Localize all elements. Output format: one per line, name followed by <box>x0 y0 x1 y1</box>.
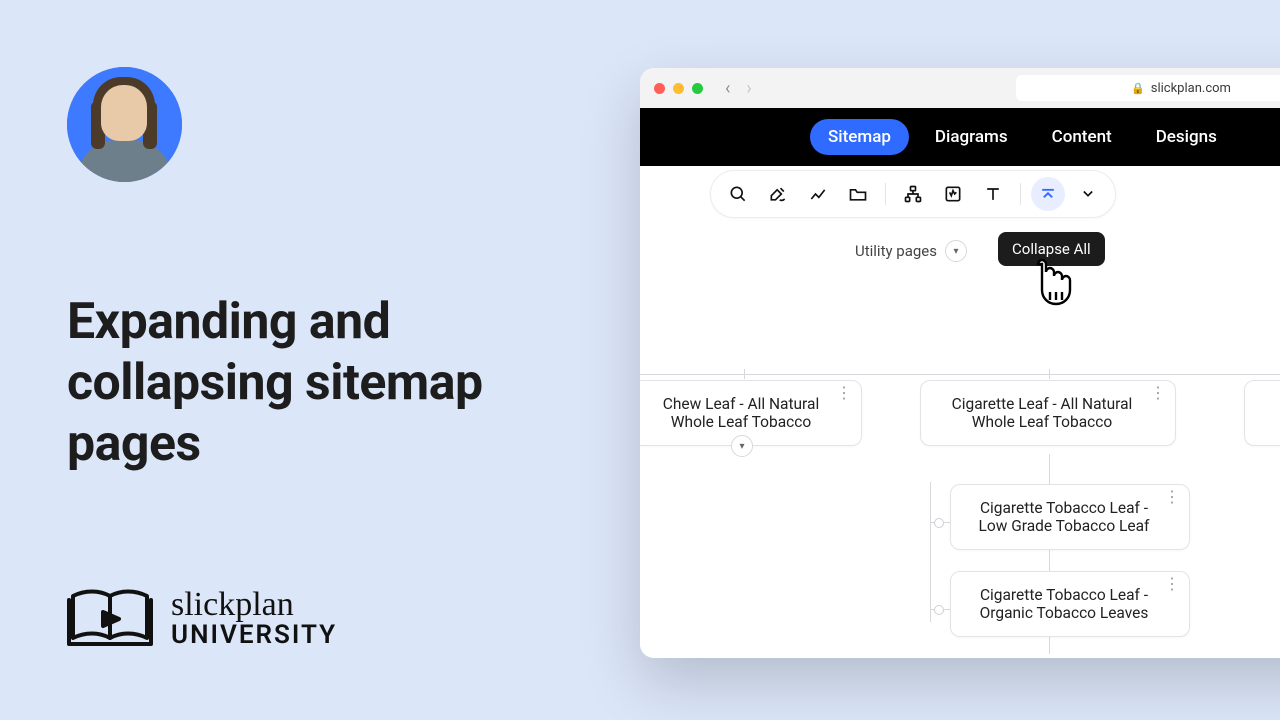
close-window-icon[interactable] <box>654 83 665 94</box>
page-title: Expanding and collapsing sitemap pages <box>67 292 577 475</box>
more-icon[interactable]: ⋮ <box>836 389 851 397</box>
expand-all-button[interactable] <box>1071 177 1105 211</box>
collapse-all-tooltip: Collapse All <box>998 232 1105 266</box>
more-icon[interactable]: ⋮ <box>1150 389 1165 397</box>
color-button[interactable] <box>761 177 795 211</box>
browser-back-button[interactable]: ‹ <box>725 78 730 99</box>
url-bar[interactable]: 🔒 slickplan.com <box>1016 75 1280 101</box>
browser-forward-button[interactable]: › <box>746 78 751 99</box>
card-label: Cigarette Leaf - All Natural Whole Leaf … <box>952 395 1133 431</box>
matrix-view-button[interactable] <box>936 177 970 211</box>
minimize-window-icon[interactable] <box>673 83 684 94</box>
folder-button[interactable] <box>841 177 875 211</box>
collapse-all-button[interactable] <box>1031 177 1065 211</box>
app-nav: Sitemap Diagrams Content Designs <box>640 108 1280 166</box>
tab-diagrams[interactable]: Diagrams <box>917 119 1026 155</box>
sitemap-card-chew[interactable]: ⋮ Chew Leaf - All Natural Whole Leaf Tob… <box>640 380 862 446</box>
chevron-down-icon[interactable]: ▾ <box>945 240 967 262</box>
browser-chrome: ‹ › 🔒 slickplan.com <box>640 68 1280 108</box>
sitemap-card-partial[interactable]: CT <box>1244 380 1280 446</box>
tab-designs[interactable]: Designs <box>1138 119 1235 155</box>
lock-icon: 🔒 <box>1131 82 1145 95</box>
sitemap-card-cig-low[interactable]: ⋮ Cigarette Tobacco Leaf - Low Grade Tob… <box>950 484 1190 550</box>
sitemap-view-button[interactable] <box>896 177 930 211</box>
app-window: ‹ › 🔒 slickplan.com Sitemap Diagrams Con… <box>640 68 1280 658</box>
window-controls[interactable] <box>654 83 703 94</box>
brand-word: UNIVERSITY <box>171 622 337 649</box>
brand-script: slickplan <box>171 587 337 623</box>
maximize-window-icon[interactable] <box>692 83 703 94</box>
brand-logo: slickplan UNIVERSITY <box>67 586 337 650</box>
book-play-icon <box>67 586 153 650</box>
utility-pages-chip[interactable]: Utility pages ▾ <box>855 240 967 262</box>
utility-pages-label: Utility pages <box>855 242 937 260</box>
sitemap-card-cig-org[interactable]: ⋮ Cigarette Tobacco Leaf - Organic Tobac… <box>950 571 1190 637</box>
search-button[interactable] <box>721 177 755 211</box>
presenter-avatar <box>67 67 182 182</box>
card-label: Chew Leaf - All Natural Whole Leaf Tobac… <box>663 395 819 431</box>
more-icon[interactable]: ⋮ <box>1164 580 1179 588</box>
more-icon[interactable]: ⋮ <box>1164 493 1179 501</box>
pointer-cursor-icon <box>1028 258 1074 314</box>
node-connector-icon <box>934 605 944 615</box>
sitemap-card-cigarette[interactable]: ⋮ Cigarette Leaf - All Natural Whole Lea… <box>920 380 1176 446</box>
sitemap-canvas[interactable]: Utility pages ▾ Collapse All ⋮ Chew Leaf… <box>640 222 1280 658</box>
card-label: Cigarette Tobacco Leaf - Organic Tobacco… <box>980 586 1149 622</box>
tab-sitemap[interactable]: Sitemap <box>810 119 909 155</box>
url-text: slickplan.com <box>1151 81 1231 96</box>
toolbar <box>640 166 1280 222</box>
card-label: Cigarette Tobacco Leaf - Low Grade Tobac… <box>979 499 1150 535</box>
text-button[interactable] <box>976 177 1010 211</box>
expand-node-button[interactable]: ▾ <box>731 435 753 457</box>
analytics-button[interactable] <box>801 177 835 211</box>
tab-content[interactable]: Content <box>1034 119 1130 155</box>
node-connector-icon <box>934 518 944 528</box>
